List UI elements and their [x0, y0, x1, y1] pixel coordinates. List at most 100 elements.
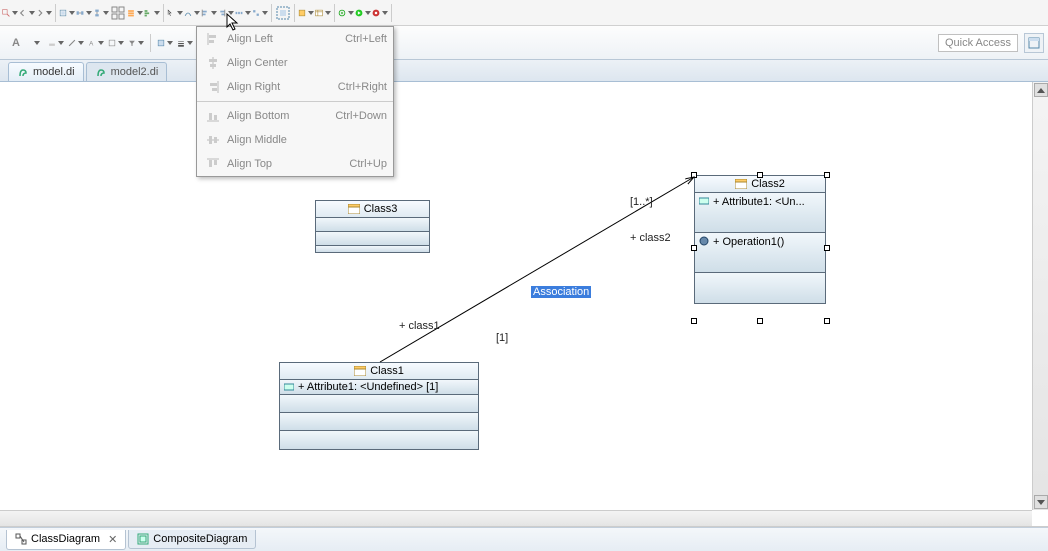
- selection-handle[interactable]: [691, 245, 697, 251]
- tool-align-icon[interactable]: [144, 5, 160, 21]
- filter-drop[interactable]: [128, 35, 144, 51]
- menu-item-label: Align Top: [227, 158, 349, 170]
- quick-access-field[interactable]: Quick Access: [938, 34, 1018, 52]
- menu-align-middle[interactable]: Align Middle: [197, 128, 393, 152]
- class-name: Class2: [751, 178, 785, 190]
- menu-item-shortcut: Ctrl+Up: [349, 158, 387, 170]
- tool-distribute-icon[interactable]: [235, 5, 251, 21]
- align-bottom-icon: [203, 109, 223, 123]
- tool-run-icon[interactable]: [355, 5, 371, 21]
- class-attributes: [316, 218, 429, 232]
- tab-compositediagram[interactable]: CompositeDiagram: [128, 530, 256, 549]
- selection-handle[interactable]: [757, 318, 763, 324]
- uml-class2[interactable]: Class2 + Attribute1: <Un... + Operation1…: [694, 175, 826, 304]
- menu-item-shortcut: Ctrl+Down: [335, 110, 387, 122]
- editor-tab-model2[interactable]: model2.di: [86, 62, 168, 81]
- diagram-icon: [137, 533, 149, 545]
- tool-zoom-region-icon[interactable]: [2, 5, 18, 21]
- assoc-end1-role[interactable]: + class1: [399, 320, 440, 332]
- apply-style-icon[interactable]: [157, 35, 173, 51]
- tool-align-left-icon[interactable]: [201, 5, 217, 21]
- operation-text: + Operation1(): [713, 236, 784, 248]
- tab-label: ClassDiagram: [31, 533, 100, 545]
- scroll-up-button[interactable]: [1034, 83, 1048, 97]
- perspective-button[interactable]: [1024, 33, 1044, 53]
- menu-align-right[interactable]: Align Right Ctrl+Right: [197, 75, 393, 99]
- diagram-canvas[interactable]: Class3 Class1 + Attribute1: <Undefined> …: [0, 82, 1048, 526]
- class-extra1: [280, 413, 478, 431]
- tab-label: CompositeDiagram: [153, 533, 247, 545]
- class-extra2: [280, 431, 478, 449]
- menu-align-left[interactable]: Align Left Ctrl+Left: [197, 27, 393, 51]
- selection-handle[interactable]: [824, 245, 830, 251]
- tool-favorites-icon[interactable]: [127, 5, 143, 21]
- font-color-drop[interactable]: [28, 35, 44, 51]
- class-name: Class3: [364, 203, 398, 215]
- line-color-drop[interactable]: [68, 35, 84, 51]
- uml-class1[interactable]: Class1 + Attribute1: <Undefined> [1]: [279, 362, 479, 450]
- assoc-end2-mult[interactable]: [1..*]: [630, 196, 653, 208]
- selection-handle[interactable]: [824, 172, 830, 178]
- toolbar-separator: [294, 4, 295, 22]
- toolbar-separator: [334, 4, 335, 22]
- menu-align-top[interactable]: Align Top Ctrl+Up: [197, 152, 393, 176]
- font-color-icon[interactable]: A: [8, 35, 24, 51]
- scroll-down-button[interactable]: [1034, 495, 1048, 509]
- tool-select-lasso-icon[interactable]: [167, 5, 183, 21]
- tool-layout-v-icon[interactable]: [93, 5, 109, 21]
- menu-align-center[interactable]: Align Center: [197, 51, 393, 75]
- fill-color-drop[interactable]: [48, 35, 64, 51]
- selection-handle[interactable]: [691, 172, 697, 178]
- tool-nav-fwd-icon[interactable]: [36, 5, 52, 21]
- diagram-icon: [15, 533, 27, 545]
- assoc-end2-role[interactable]: + class2: [630, 232, 671, 244]
- class-operations: [316, 232, 429, 246]
- assoc-end1-mult[interactable]: [1]: [496, 332, 508, 344]
- selection-handle[interactable]: [824, 318, 830, 324]
- class-attributes: + Attribute1: <Undefined> [1]: [280, 380, 478, 395]
- editor-tab-label: model.di: [33, 66, 75, 78]
- tool-match-icon[interactable]: [252, 5, 268, 21]
- class-header: Class1: [280, 363, 478, 380]
- tool-route-icon[interactable]: [184, 5, 200, 21]
- tool-align-right-icon[interactable]: [218, 5, 234, 21]
- svg-text:A: A: [89, 40, 94, 47]
- vertical-scrollbar[interactable]: [1032, 82, 1048, 510]
- tab-close-icon[interactable]: ✕: [108, 533, 117, 546]
- editor-tab-bar: model.di model2.di: [0, 60, 1048, 82]
- class-icon: [354, 366, 366, 376]
- selection-handle[interactable]: [757, 172, 763, 178]
- style-drop[interactable]: [108, 35, 124, 51]
- tool-run-ext-icon[interactable]: [372, 5, 388, 21]
- selection-handle[interactable]: [691, 318, 697, 324]
- class-header: Class2: [695, 176, 825, 193]
- class-icon: [735, 179, 747, 189]
- menu-item-label: Align Left: [227, 33, 345, 45]
- align-middle-icon: [203, 133, 223, 147]
- association-connector[interactable]: [0, 82, 1000, 527]
- toolbar-separator: [391, 4, 392, 22]
- font-drop[interactable]: A: [88, 35, 104, 51]
- line-width-icon[interactable]: [177, 35, 193, 51]
- editor-tab-model[interactable]: model.di: [8, 62, 84, 81]
- menu-item-label: Align Middle: [227, 134, 387, 146]
- tool-select-all-icon[interactable]: [275, 5, 291, 21]
- tab-classdiagram[interactable]: ClassDiagram ✕: [6, 530, 126, 550]
- tool-grid-icon[interactable]: [110, 5, 126, 21]
- tool-cut-icon[interactable]: [59, 5, 75, 21]
- tool-export-icon[interactable]: [338, 5, 354, 21]
- attribute-icon: [284, 382, 294, 392]
- horizontal-scrollbar[interactable]: [0, 510, 1032, 526]
- menu-align-bottom[interactable]: Align Bottom Ctrl+Down: [197, 104, 393, 128]
- tool-nav-back-icon[interactable]: [19, 5, 35, 21]
- class-icon: [348, 204, 360, 214]
- menu-item-label: Align Bottom: [227, 110, 335, 122]
- assoc-label[interactable]: Association: [531, 286, 591, 298]
- tool-layout-h-icon[interactable]: [76, 5, 92, 21]
- tool-table-icon[interactable]: [315, 5, 331, 21]
- align-right-icon: [203, 80, 223, 94]
- uml-class3[interactable]: Class3: [315, 200, 430, 253]
- tool-palette-icon[interactable]: [298, 5, 314, 21]
- attribute-icon: [699, 196, 709, 206]
- papyrus-file-icon: [95, 66, 107, 78]
